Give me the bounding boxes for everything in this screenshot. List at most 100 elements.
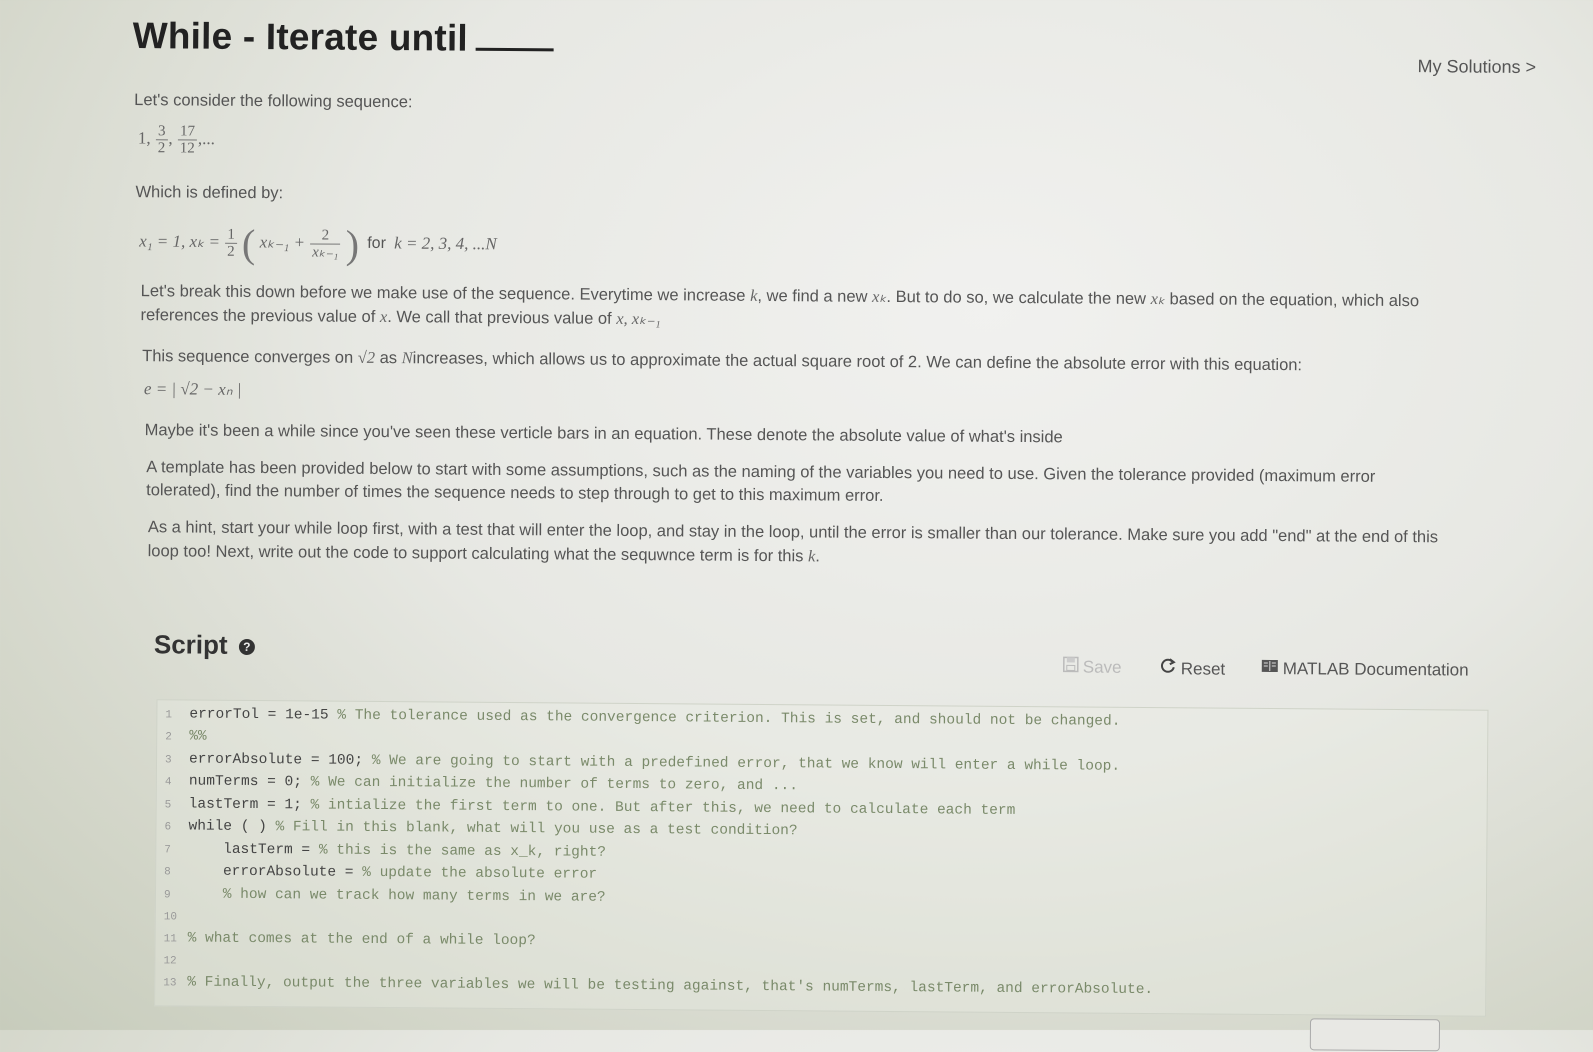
line-code: errorTol = 1e-15 xyxy=(189,707,337,724)
seq-f1-den: 2 xyxy=(156,140,168,156)
def-half-den: 2 xyxy=(225,244,237,260)
seq-first: 1, xyxy=(138,128,151,147)
template-paragraph: A template has been provided below to st… xyxy=(146,456,1396,512)
save-button[interactable]: Save xyxy=(1063,656,1122,677)
line-code xyxy=(188,887,223,903)
my-solutions-link[interactable]: My Solutions > xyxy=(1417,56,1536,78)
def-half: 1 2 xyxy=(225,227,237,260)
code-line-1[interactable]: 1errorTol = 1e-15 % The tolerance used a… xyxy=(165,706,1120,730)
line-comment: % what comes at the end of a while loop? xyxy=(188,931,536,950)
page-title: While - Iterate until xyxy=(133,15,554,60)
line-number: 13 xyxy=(163,977,187,989)
book-icon xyxy=(1261,658,1279,679)
code-line-4[interactable]: 4numTerms = 0; % We can initialize the n… xyxy=(165,773,798,794)
line-comment: %% xyxy=(189,729,207,745)
seq-ellipsis: ,... xyxy=(198,129,215,148)
seq-f1-num: 3 xyxy=(156,123,168,140)
line-number: 6 xyxy=(164,821,188,833)
code-line-10[interactable]: 10 xyxy=(164,908,188,924)
title-blank xyxy=(476,38,554,52)
line-code: numTerms = 0; xyxy=(189,774,311,791)
hint-paragraph: As a hint, start your while loop first, … xyxy=(148,516,1448,573)
line-number: 12 xyxy=(163,955,187,967)
seq-f2-den: 12 xyxy=(178,140,197,156)
def-two-num: 2 xyxy=(310,227,340,244)
code-line-11[interactable]: 11% what comes at the end of a while loo… xyxy=(164,930,536,949)
title-text: While - Iterate until xyxy=(133,15,468,59)
matlab-documentation-link[interactable]: MATLAB Documentation xyxy=(1261,658,1469,681)
sequence-expression: 1, 3 2 , 17 12 ,... xyxy=(138,123,215,157)
code-line-3[interactable]: 3errorAbsolute = 100; % We are going to … xyxy=(165,751,1120,775)
code-editor[interactable]: 1errorTol = 1e-15 % The tolerance used a… xyxy=(154,699,1488,1016)
line-code: errorAbsolute = xyxy=(188,864,362,881)
converge-sqrt: √2 xyxy=(358,348,375,367)
line-number: 7 xyxy=(164,844,188,856)
code-line-9[interactable]: 9 % how can we track how many terms in w… xyxy=(164,886,606,905)
reset-label: Reset xyxy=(1181,659,1226,679)
breakdown-x2: x, xₖ₋₁ xyxy=(616,309,661,328)
code-line-2[interactable]: 2%% xyxy=(165,728,207,744)
line-number: 9 xyxy=(164,889,188,901)
breakdown-xk: xₖ xyxy=(872,287,887,306)
line-number: 11 xyxy=(164,933,188,945)
my-solutions-label: My Solutions xyxy=(1417,56,1520,77)
line-comment: % Finally, output the three variables we… xyxy=(187,975,1153,999)
breakdown-a: Let's break this down before we make use… xyxy=(141,282,746,305)
def-inner1: xₖ₋₁ + xyxy=(260,232,306,251)
converge-paragraph: This sequence converges on √2 as Nincrea… xyxy=(142,344,1472,378)
save-icon xyxy=(1063,656,1079,677)
def-paren-open: ( xyxy=(242,221,256,266)
line-code: lastTerm = 1; xyxy=(189,797,311,814)
help-icon[interactable]: ? xyxy=(239,639,255,655)
line-number: 1 xyxy=(165,709,189,721)
line-number: 3 xyxy=(165,754,189,766)
bars-paragraph: Maybe it's been a while since you've see… xyxy=(145,419,1475,452)
line-comment: % this is the same as x_k, right? xyxy=(319,843,606,861)
breakdown-c: . But to do so, we calculate the new xyxy=(886,288,1146,308)
def-part1: x₁ = 1, xₖ = xyxy=(139,232,220,252)
seq-f2-num: 17 xyxy=(178,123,197,140)
line-comment: % Fill in this blank, what will you use … xyxy=(275,819,797,839)
breakdown-k: k xyxy=(750,286,757,305)
line-comment: % The tolerance used as the convergence … xyxy=(337,708,1120,730)
seq-fraction-1: 3 2 xyxy=(156,123,168,156)
line-code: errorAbsolute = 100; xyxy=(189,752,372,769)
intro-text: Let's consider the following sequence: xyxy=(134,89,1464,122)
def-half-num: 1 xyxy=(225,227,237,244)
line-number: 2 xyxy=(165,731,189,743)
script-heading-text: Script xyxy=(154,629,228,660)
save-label: Save xyxy=(1083,657,1122,677)
breakdown-xk2: xₖ xyxy=(1151,289,1166,308)
breakdown-b: , we find a new xyxy=(757,287,867,306)
converge-a: This sequence converges on xyxy=(142,347,353,367)
line-comment: % We can initialize the number of terms … xyxy=(311,774,798,794)
breakdown-paragraph: Let's break this down before we make use… xyxy=(140,279,1470,337)
code-line-12[interactable]: 12 xyxy=(163,952,187,968)
code-line-8[interactable]: 8 errorAbsolute = % update the absolute … xyxy=(164,863,597,882)
def-two-den: xₖ₋₁ xyxy=(310,244,340,260)
converge-c: increases, which allows us to approximat… xyxy=(413,349,1302,374)
code-line-13[interactable]: 13% Finally, output the three variables … xyxy=(163,974,1153,998)
run-button-partial[interactable] xyxy=(1310,1018,1440,1051)
line-comment: % intialize the first term to one. But a… xyxy=(310,797,1015,819)
line-code: lastTerm = xyxy=(188,842,319,859)
error-equation: e = | √2 − xₙ | xyxy=(144,379,242,400)
definition-equation: x₁ = 1, xₖ = 1 2 ( xₖ₋₁ + 2 xₖ₋₁ ) for k… xyxy=(139,219,497,269)
converge-n: N xyxy=(402,348,413,367)
code-line-7[interactable]: 7 lastTerm = % this is the same as x_k, … xyxy=(164,841,606,860)
script-heading: Script ? xyxy=(154,629,255,661)
line-comment: % update the absolute error xyxy=(362,865,597,883)
code-line-6[interactable]: 6while ( ) % Fill in this blank, what wi… xyxy=(164,818,797,839)
def-range: k = 2, 3, 4, ...N xyxy=(394,234,497,254)
def-two-frac: 2 xₖ₋₁ xyxy=(310,227,340,260)
code-line-5[interactable]: 5lastTerm = 1; % intialize the first ter… xyxy=(165,796,1016,819)
docs-label: MATLAB Documentation xyxy=(1283,659,1469,680)
line-code: while ( ) xyxy=(188,819,275,836)
seq-fraction-2: 17 12 xyxy=(178,123,197,156)
refresh-icon xyxy=(1159,657,1177,680)
line-comment: % how can we track how many terms in we … xyxy=(223,887,606,906)
converge-b: as xyxy=(380,349,398,367)
reset-button[interactable]: Reset xyxy=(1159,657,1226,681)
line-number: 4 xyxy=(165,776,189,788)
hint-a: As a hint, start your while loop first, … xyxy=(148,518,1439,565)
